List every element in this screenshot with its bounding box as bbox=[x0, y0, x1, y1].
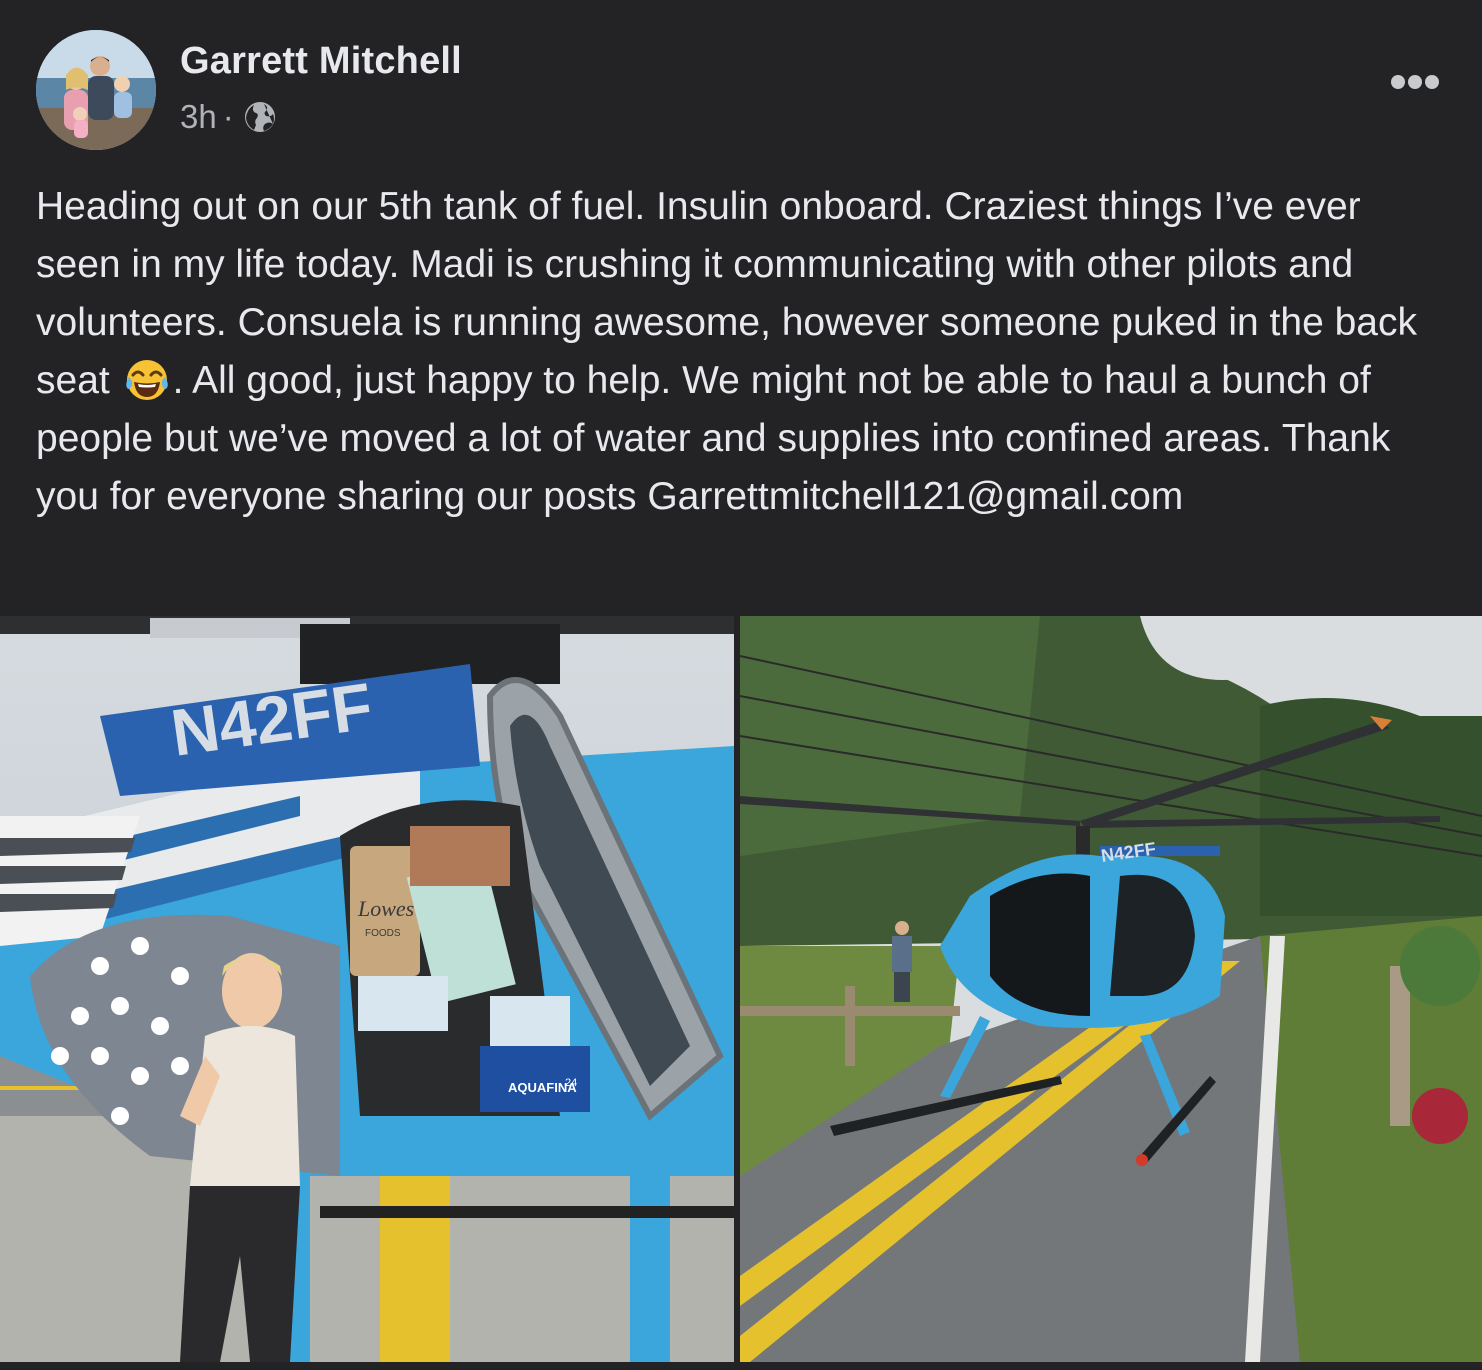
post-meta: 3h · bbox=[180, 98, 278, 136]
post-card: Garrett Mitchell 3h · Heading out on our… bbox=[0, 0, 1482, 1370]
post-body-text: Heading out on our 5th tank of fuel. Ins… bbox=[36, 178, 1446, 526]
more-options-button[interactable] bbox=[1384, 58, 1446, 106]
author-name[interactable]: Garrett Mitchell bbox=[180, 40, 462, 83]
meta-separator: · bbox=[222, 98, 234, 135]
ellipsis-icon bbox=[1391, 75, 1439, 89]
photo-helicopter-road[interactable]: N42FF bbox=[740, 616, 1482, 1362]
post-timestamp[interactable]: 3h bbox=[180, 98, 217, 136]
bag-subtitle-text: FOODS bbox=[365, 928, 401, 939]
bag-brand-text: Lowes bbox=[357, 896, 414, 921]
author-avatar[interactable] bbox=[36, 30, 156, 150]
post-text-part-2: . All good, just happy to help. We might… bbox=[36, 359, 1402, 518]
profile-photo-icon bbox=[36, 30, 156, 150]
globe-icon[interactable] bbox=[242, 99, 278, 135]
water-count-text: 24 bbox=[565, 1077, 577, 1089]
post-header: Garrett Mitchell 3h · bbox=[36, 30, 1446, 154]
photo-grid: N42FF Lowes FOODS AQUAFINA 24 N42FF bbox=[0, 616, 1482, 1362]
tears-of-joy-emoji-icon bbox=[123, 355, 171, 403]
photo-helicopter-loaded[interactable]: N42FF Lowes FOODS AQUAFINA 24 bbox=[0, 616, 734, 1362]
